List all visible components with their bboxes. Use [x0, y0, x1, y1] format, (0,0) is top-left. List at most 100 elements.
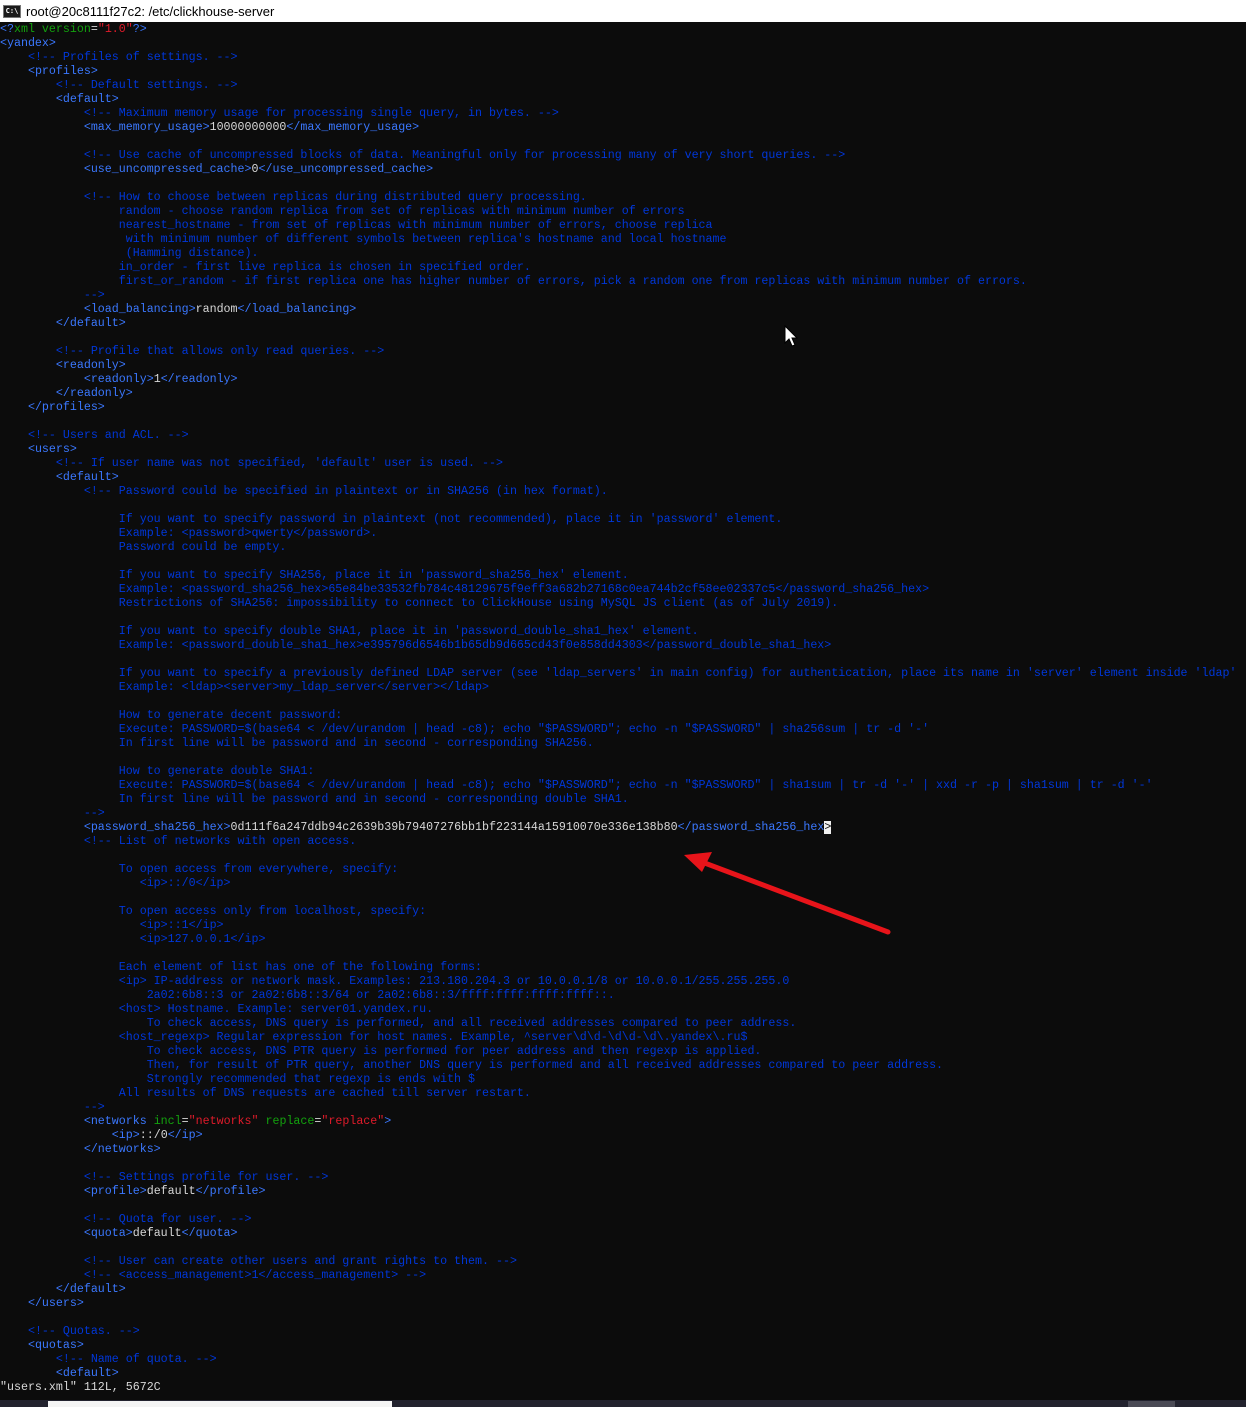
- code-line: In first line will be password and in se…: [0, 793, 1246, 807]
- code-token: <yandex>: [0, 37, 56, 50]
- code-token: To open access only from localhost, spec…: [0, 905, 427, 918]
- code-line: <ip>::/0</ip>: [0, 877, 1246, 891]
- code-token: "1.0": [97, 23, 133, 36]
- code-token: -->: [0, 1101, 105, 1114]
- code-token: <!-- Users and ACL. -->: [27, 429, 189, 442]
- code-token: How to generate decent password:: [0, 709, 343, 722]
- code-token: </use_uncompressed_cache>: [258, 163, 434, 176]
- code-token: Example: <password>qwerty</password>.: [0, 527, 378, 540]
- code-token: =: [181, 1115, 189, 1128]
- code-line: <!-- <access_management>1</access_manage…: [0, 1269, 1246, 1283]
- code-line: </default>: [0, 1283, 1246, 1297]
- code-line: <ip> IP-address or network mask. Example…: [0, 975, 1246, 989]
- code-token: <profiles>: [27, 65, 98, 78]
- code-token: </max_memory_usage>: [286, 121, 420, 134]
- code-token: <password_sha256_hex>: [83, 821, 231, 834]
- code-line: <readonly>1</readonly>: [0, 373, 1246, 387]
- code-token: <ip>::/0</ip>: [0, 877, 231, 890]
- code-line: <host_regexp> Regular expression for hos…: [0, 1031, 1246, 1045]
- scrollbar-thumb[interactable]: [48, 1401, 392, 1407]
- code-token: first_or_random - if first replica one h…: [0, 275, 1027, 288]
- code-token: </profiles>: [27, 401, 105, 414]
- code-line: -->: [0, 1101, 1246, 1115]
- code-token: <!-- List of networks with open access.: [83, 835, 357, 848]
- code-token: -->: [0, 807, 105, 820]
- code-line: <host> Hostname. Example: server01.yande…: [0, 1003, 1246, 1017]
- code-line: <default>: [0, 471, 1246, 485]
- code-token: All results of DNS requests are cached t…: [0, 1087, 531, 1100]
- code-token: Each element of list has one of the foll…: [0, 961, 483, 974]
- code-line: If you want to specify double SHA1, plac…: [0, 625, 1246, 639]
- code-token: xml version: [13, 23, 91, 36]
- code-token: (Hamming distance).: [0, 247, 259, 260]
- code-token: <!-- <access_management>1</access_manage…: [83, 1269, 427, 1282]
- code-line: <!-- Settings profile for user. -->: [0, 1171, 1246, 1185]
- code-token: <?: [0, 23, 14, 36]
- code-token: <!-- Quota for user. -->: [83, 1213, 252, 1226]
- window-titlebar[interactable]: C:\ root@20c8111f27c2: /etc/clickhouse-s…: [0, 0, 1246, 22]
- code-line: -->: [0, 289, 1246, 303]
- code-line: Then, for result of PTR query, another D…: [0, 1059, 1246, 1073]
- code-line: Execute: PASSWORD=$(base64 < /dev/urando…: [0, 779, 1246, 793]
- terminal-editor[interactable]: <?xml version="1.0"?> <yandex> <!-- Profi…: [0, 23, 1246, 1395]
- code-token: To check access, DNS PTR query is perfor…: [0, 1045, 762, 1058]
- code-line: <default>: [0, 93, 1246, 107]
- code-line: with minimum number of different symbols…: [0, 233, 1246, 247]
- code-line: <!-- Profile that allows only read queri…: [0, 345, 1246, 359]
- code-token: <!-- If user name was not specified, 'de…: [55, 457, 503, 470]
- code-line: <!-- Default settings. -->: [0, 79, 1246, 93]
- code-line: <!-- Name of quota. -->: [0, 1353, 1246, 1367]
- code-line: All results of DNS requests are cached t…: [0, 1087, 1246, 1101]
- code-token: If you want to specify double SHA1, plac…: [0, 625, 699, 638]
- code-line: </users>: [0, 1297, 1246, 1311]
- code-token: If you want to specify password in plain…: [0, 513, 783, 526]
- code-token: <readonly>: [55, 359, 126, 372]
- code-token: <default>: [55, 93, 119, 106]
- code-token: How to generate double SHA1:: [0, 765, 315, 778]
- code-token: <!-- Default settings. -->: [55, 79, 238, 92]
- code-token: <use_uncompressed_cache>: [83, 163, 252, 176]
- code-line: <?xml version="1.0"?>: [0, 23, 1246, 37]
- code-token: default: [132, 1227, 182, 1240]
- code-line: <profile>default</profile>: [0, 1185, 1246, 1199]
- code-line: <!-- How to choose between replicas duri…: [0, 191, 1246, 205]
- code-token: <ip>::1</ip>: [0, 919, 224, 932]
- code-line: Example: <password_double_sha1_hex>e3957…: [0, 639, 1246, 653]
- code-token: in_order - first live replica is chosen …: [0, 261, 531, 274]
- cmd-icon: C:\: [3, 4, 21, 18]
- code-line: If you want to specify SHA256, place it …: [0, 569, 1246, 583]
- code-token: ::/0: [139, 1129, 168, 1142]
- code-token: <load_balancing>: [83, 303, 196, 316]
- code-line: <!-- Profiles of settings. -->: [0, 51, 1246, 65]
- code-token: Execute: PASSWORD=$(base64 < /dev/urando…: [0, 779, 1153, 792]
- code-token: In first line will be password and in se…: [0, 737, 594, 750]
- code-token: <quota>: [83, 1227, 133, 1240]
- code-token: </users>: [27, 1297, 84, 1310]
- code-token: </load_balancing>: [237, 303, 357, 316]
- vim-status-line: "users.xml" 112L, 5672C: [0, 1381, 161, 1394]
- code-token: If you want to specify a previously defi…: [0, 667, 1237, 680]
